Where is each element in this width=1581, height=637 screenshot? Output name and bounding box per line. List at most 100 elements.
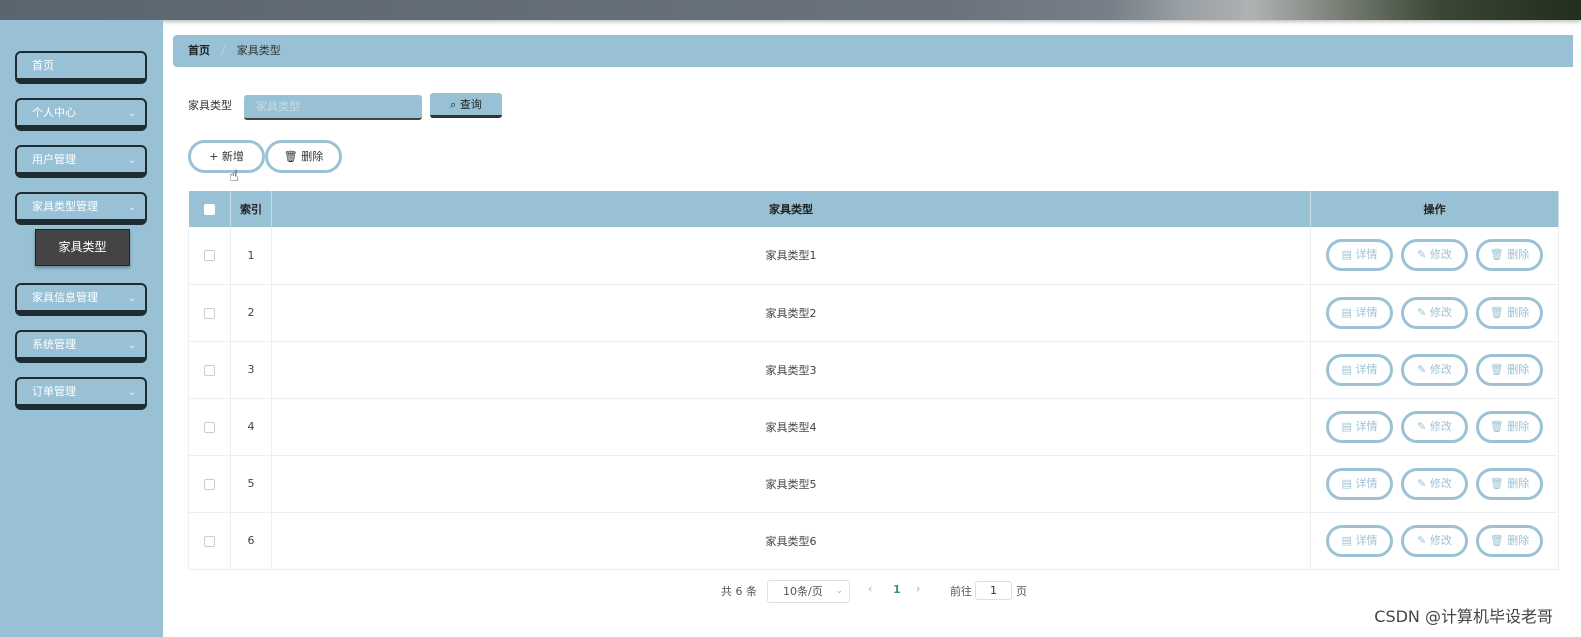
row-index: 3 <box>230 341 272 399</box>
pagination-total: 共 6 条 <box>721 585 757 598</box>
pagination: 共 6 条 10条/页 ⌄ ‹ 1 › 前往 页 <box>0 580 1581 603</box>
batch-delete-button[interactable]: 🗑 删除 <box>265 140 342 173</box>
sidebar-subitem-furniture-type[interactable]: 家具类型 <box>35 229 130 266</box>
delete-button-label: 删除 <box>1507 419 1530 433</box>
table-header-row: 索引 家具类型 操作 <box>188 191 1559 227</box>
top-header-bar <box>0 0 1581 20</box>
goto-page-input[interactable] <box>975 581 1012 600</box>
detail-button[interactable]: ▤ 详情 <box>1326 239 1393 272</box>
document-icon: ▤ <box>1341 419 1352 433</box>
furniture-type-table: 索引 家具类型 操作 1 家具类型1 ▤ 详情 ✎ 修改 🗑 删除 2 家具类型2 ▤ 详情 ✎… <box>188 191 1559 570</box>
sidebar-item-label: 家具类型管理 <box>32 200 98 213</box>
delete-button-label: 删除 <box>1507 362 1530 376</box>
row-ops: ▤ 详情 ✎ 修改 🗑 删除 <box>1310 284 1559 342</box>
delete-button[interactable]: 🗑 删除 <box>1476 353 1543 386</box>
search-label: 家具类型 <box>188 99 232 112</box>
edit-button[interactable]: ✎ 修改 <box>1401 467 1468 500</box>
sidebar-item-furniture-info-management[interactable]: 家具信息管理 ⌄ <box>15 283 147 316</box>
row-checkbox[interactable] <box>204 250 215 262</box>
pencil-icon: ✎ <box>1417 476 1427 490</box>
row-checkbox[interactable] <box>204 535 215 547</box>
sidebar-item-label: 家具信息管理 <box>32 291 98 304</box>
search-button[interactable]: ⌕ 查询 <box>430 93 502 118</box>
sidebar-item-furniture-type-management[interactable]: 家具类型管理 ⌄ <box>15 192 147 225</box>
detail-button[interactable]: ▤ 详情 <box>1326 296 1393 329</box>
row-index: 2 <box>230 284 272 342</box>
select-all-checkbox[interactable] <box>203 204 215 215</box>
delete-button[interactable]: 🗑 删除 <box>1476 410 1543 443</box>
row-ops: ▤ 详情 ✎ 修改 🗑 删除 <box>1310 341 1559 399</box>
edit-button[interactable]: ✎ 修改 <box>1401 410 1468 443</box>
breadcrumb-home[interactable]: 首页 <box>188 44 210 57</box>
pencil-icon: ✎ <box>1417 362 1427 376</box>
search-input[interactable] <box>244 95 422 120</box>
sidebar-item-home[interactable]: 首页 <box>15 51 147 84</box>
row-checkbox[interactable] <box>204 421 215 433</box>
row-select-cell <box>188 341 231 399</box>
sidebar-item-personal-center[interactable]: 个人中心 ⌄ <box>15 98 147 131</box>
row-select-cell <box>188 227 231 285</box>
row-select-cell <box>188 284 231 342</box>
chevron-down-icon: ⌄ <box>127 108 136 119</box>
edit-button[interactable]: ✎ 修改 <box>1401 239 1468 272</box>
next-page-icon[interactable]: › <box>916 582 920 595</box>
detail-button-label: 详情 <box>1355 305 1378 319</box>
edit-button[interactable]: ✎ 修改 <box>1401 353 1468 386</box>
prev-page-icon[interactable]: ‹ <box>868 582 872 595</box>
detail-button-label: 详情 <box>1355 419 1378 433</box>
sidebar-item-user-management[interactable]: 用户管理 ⌄ <box>15 145 147 178</box>
edit-button[interactable]: ✎ 修改 <box>1401 524 1468 557</box>
detail-button[interactable]: ▤ 详情 <box>1326 410 1393 443</box>
delete-button-label: 删除 <box>1507 476 1530 490</box>
breadcrumb-current: 家具类型 <box>236 44 281 57</box>
plus-icon: + <box>209 150 219 163</box>
delete-button[interactable]: 🗑 删除 <box>1476 524 1543 557</box>
watermark: CSDN @计算机毕设老哥 <box>1374 607 1553 626</box>
edit-button-label: 修改 <box>1429 533 1452 547</box>
delete-button[interactable]: 🗑 删除 <box>1476 239 1543 272</box>
sidebar-item-system-management[interactable]: 系统管理 ⌄ <box>15 330 147 363</box>
row-ops: ▤ 详情 ✎ 修改 🗑 删除 <box>1310 512 1559 570</box>
delete-button-label: 删除 <box>1507 248 1530 262</box>
row-checkbox[interactable] <box>204 307 215 319</box>
delete-button[interactable]: 🗑 删除 <box>1476 296 1543 329</box>
detail-button[interactable]: ▤ 详情 <box>1326 524 1393 557</box>
detail-button[interactable]: ▤ 详情 <box>1326 353 1393 386</box>
add-button[interactable]: + 新增 <box>188 140 265 173</box>
row-type: 家具类型6 <box>271 512 1311 570</box>
row-type: 家具类型4 <box>271 398 1311 456</box>
edit-button-label: 修改 <box>1429 362 1452 376</box>
row-ops: ▤ 详情 ✎ 修改 🗑 删除 <box>1310 455 1559 513</box>
sidebar-item-label: 订单管理 <box>32 385 76 398</box>
row-ops: ▤ 详情 ✎ 修改 🗑 删除 <box>1310 398 1559 456</box>
sidebar-item-label: 系统管理 <box>32 338 76 351</box>
trash-icon: 🗑 <box>283 150 298 163</box>
row-select-cell <box>188 455 231 513</box>
row-index: 5 <box>230 455 272 513</box>
table-row: 5 家具类型5 ▤ 详情 ✎ 修改 🗑 删除 <box>188 455 1559 513</box>
edit-button-label: 修改 <box>1429 419 1452 433</box>
chevron-down-icon: ⌄ <box>127 387 136 398</box>
page-size-select[interactable]: 10条/页 ⌄ <box>767 580 850 603</box>
pencil-icon: ✎ <box>1417 305 1427 319</box>
chevron-down-icon: ⌄ <box>127 293 136 304</box>
sidebar-item-order-management[interactable]: 订单管理 ⌄ <box>15 377 147 410</box>
edit-button[interactable]: ✎ 修改 <box>1401 296 1468 329</box>
row-ops: ▤ 详情 ✎ 修改 🗑 删除 <box>1310 227 1559 285</box>
row-checkbox[interactable] <box>204 478 215 490</box>
row-checkbox[interactable] <box>204 364 215 376</box>
row-type: 家具类型5 <box>271 455 1311 513</box>
delete-button-label: 删除 <box>1507 305 1530 319</box>
row-select-cell <box>188 398 231 456</box>
edit-button-label: 修改 <box>1429 305 1452 319</box>
document-icon: ▤ <box>1341 362 1352 376</box>
detail-button[interactable]: ▤ 详情 <box>1326 467 1393 500</box>
table-row: 6 家具类型6 ▤ 详情 ✎ 修改 🗑 删除 <box>188 512 1559 570</box>
chevron-up-icon: ⌄ <box>127 202 136 213</box>
pencil-icon: ✎ <box>1417 533 1427 547</box>
trash-icon: 🗑 <box>1489 362 1504 376</box>
table-row: 3 家具类型3 ▤ 详情 ✎ 修改 🗑 删除 <box>188 341 1559 399</box>
delete-button[interactable]: 🗑 删除 <box>1476 467 1543 500</box>
ops-column-header: 操作 <box>1310 191 1559 227</box>
current-page[interactable]: 1 <box>893 583 901 596</box>
